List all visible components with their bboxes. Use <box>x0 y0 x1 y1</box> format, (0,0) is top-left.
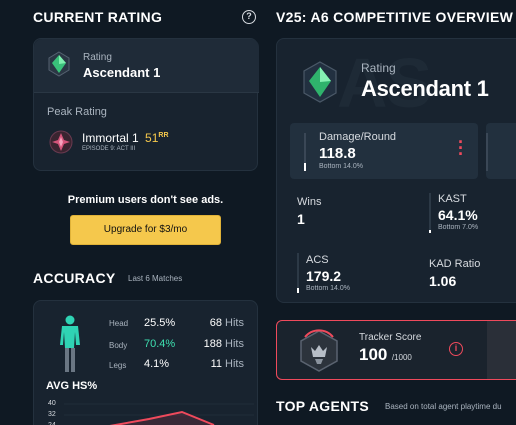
more-options-icon[interactable]: · · · <box>456 133 466 163</box>
body-figure-icon <box>60 315 80 372</box>
rating-value: Ascendant 1 <box>83 65 161 80</box>
wins-value: 1 <box>297 211 305 227</box>
accuracy-card: Head 25.5% 68 Hits Body 70.4% 188 Hits L… <box>33 300 258 425</box>
avg-hs-chart <box>64 403 254 425</box>
accuracy-label-head: Head <box>109 319 129 328</box>
damage-round-label: Damage/Round <box>319 131 397 143</box>
immortal-rank-icon <box>49 130 73 154</box>
info-icon[interactable]: i <box>449 342 463 356</box>
acs-sub: Bottom 14.0% <box>306 285 350 292</box>
peak-rr-value: 51 <box>145 131 159 145</box>
kast-sub: Bottom 7.0% <box>438 224 479 231</box>
damage-round-card[interactable]: Damage/Round 118.8 Bottom 14.0% · · · <box>290 123 478 179</box>
peak-episode: EPISODE 9: ACT III <box>82 146 136 152</box>
accuracy-hits-body: 188 Hits <box>199 338 244 350</box>
help-icon[interactable]: ? <box>242 10 256 24</box>
damage-round-bar <box>304 163 306 171</box>
kast-track <box>429 193 431 233</box>
tracker-side-panel <box>487 321 516 379</box>
hits-unit: Hits <box>225 358 244 370</box>
acs-track <box>297 253 299 293</box>
peak-rating-line: Immortal 1 51RR <box>82 131 169 145</box>
hits-value: 68 <box>209 317 222 329</box>
acs-label: ACS <box>306 254 329 266</box>
rating-label: Rating <box>83 52 112 63</box>
ad-message: Premium users don't see ads. <box>67 194 224 206</box>
accuracy-pct-head: 25.5% <box>144 317 176 329</box>
overview-title: V25: A6 COMPETITIVE OVERVIEW <box>276 9 514 25</box>
tracker-score-max: /1000 <box>391 353 412 362</box>
overview-rating-label: Rating <box>361 61 396 75</box>
next-stat-card[interactable] <box>486 123 516 179</box>
kast-value: 64.1% <box>438 207 478 223</box>
next-stat-track <box>486 133 488 171</box>
tracker-score-card[interactable]: Tracker Score 100 /1000 i <box>276 320 516 380</box>
overview-card: AS Rating Ascendant 1 Damage/Round 118.8… <box>276 38 516 303</box>
kad-value: 1.06 <box>429 273 457 289</box>
accuracy-title: ACCURACY <box>33 270 116 286</box>
chart-tick-32: 32 <box>48 411 56 418</box>
peak-rating-label: Peak Rating <box>47 106 107 118</box>
overview-rating-value: Ascendant 1 <box>361 76 489 101</box>
tracker-score-icon <box>300 329 338 372</box>
accuracy-hits-head: 68 Hits <box>204 317 244 329</box>
tracker-score-line: 100 /1000 <box>359 345 412 365</box>
hits-value: 188 <box>203 338 222 350</box>
ascendant-rank-icon <box>48 51 70 77</box>
avg-hs-label: AVG HS% <box>46 380 98 392</box>
damage-round-sub: Bottom 14.0% <box>319 163 363 170</box>
current-rating-card: Rating Ascendant 1 Peak Rating Immortal … <box>33 38 259 171</box>
current-rating-title: CURRENT RATING <box>33 9 163 25</box>
hits-unit: Hits <box>225 338 244 350</box>
chart-tick-40: 40 <box>48 400 56 407</box>
accuracy-pct-legs: 4.1% <box>144 358 170 370</box>
peak-rating-value: Immortal 1 <box>82 131 139 145</box>
accuracy-pct-body: 70.4% <box>144 338 176 350</box>
avg-hs-area <box>115 412 214 425</box>
kad-label: KAD Ratio <box>429 258 481 270</box>
accuracy-subtitle: Last 6 Matches <box>128 274 183 283</box>
tracker-score-value: 100 <box>359 345 388 364</box>
acs-value: 179.2 <box>306 268 342 284</box>
kast-bar <box>429 230 431 233</box>
top-agents-title: TOP AGENTS <box>276 398 369 414</box>
damage-round-value: 118.8 <box>319 145 356 162</box>
hits-value: 11 <box>210 358 222 370</box>
accuracy-hits-legs: 11 Hits <box>204 358 244 370</box>
wins-label: Wins <box>297 196 322 208</box>
kast-label: KAST <box>438 193 467 205</box>
ascendant-large-icon <box>303 61 337 103</box>
hits-unit: Hits <box>225 317 244 329</box>
accuracy-label-legs: Legs <box>109 361 127 370</box>
upgrade-button[interactable]: Upgrade for $3/mo <box>70 215 221 245</box>
acs-bar <box>297 288 299 293</box>
tracker-score-label: Tracker Score <box>359 332 422 343</box>
top-agents-subtitle: Based on total agent playtime du <box>385 402 502 411</box>
peak-rr-unit: RR <box>158 132 169 139</box>
accuracy-label-body: Body <box>109 341 128 350</box>
